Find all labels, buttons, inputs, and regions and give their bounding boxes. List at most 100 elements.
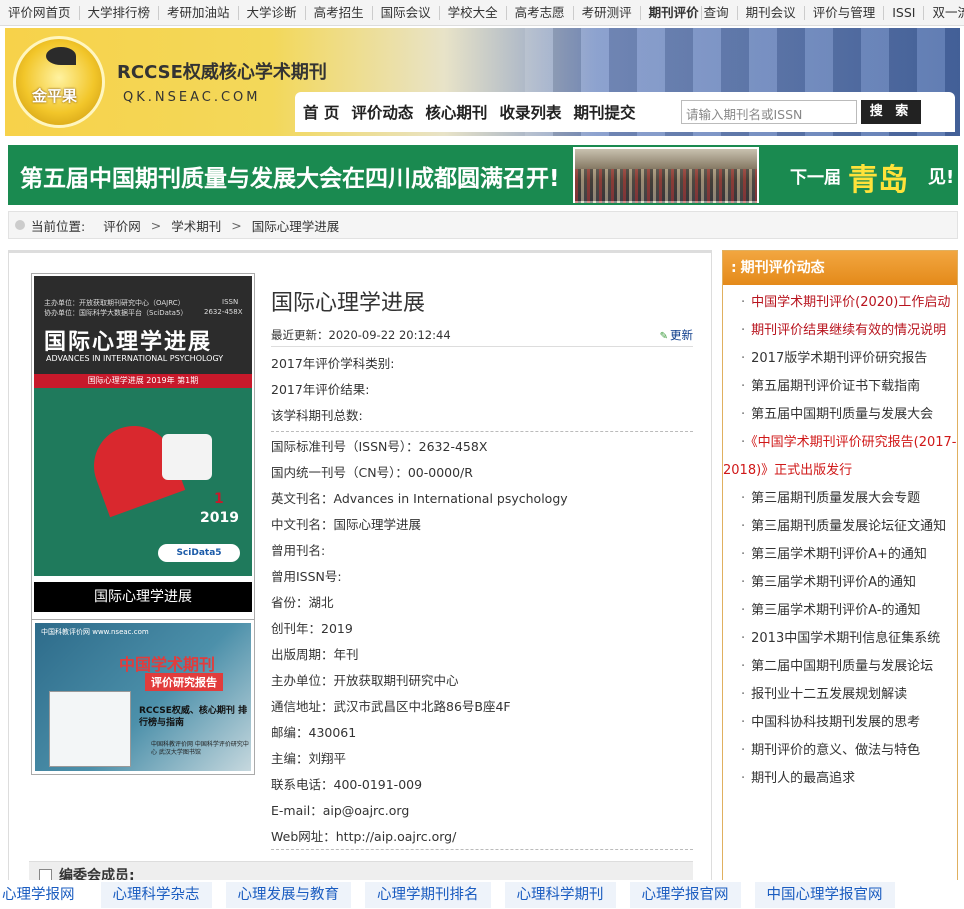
site-logo[interactable]: 金平果: [13, 36, 105, 128]
field-chinese-title: 中文刊名：国际心理学进展: [271, 517, 422, 532]
search-button[interactable]: 搜 索: [861, 100, 921, 124]
ad-subtitle: 评价研究报告: [145, 673, 223, 691]
site-title: RCCSE权威核心学术期刊: [117, 62, 327, 83]
cover-issn-label: ISSN: [222, 298, 239, 306]
scidata-badge: SciData5: [158, 544, 240, 562]
ad-title: 中国学术期刊: [119, 655, 216, 674]
field-editor: 主编：刘翔平: [271, 751, 347, 766]
sidebar-news-item[interactable]: 中国科协科技期刊发展的思考: [723, 709, 957, 737]
field-address: 通信地址：武汉市武昌区中北路86号B座4F: [271, 699, 511, 714]
sidebar-title: 期刊评价动态: [723, 251, 957, 285]
topnav-link[interactable]: 国际会议: [373, 5, 440, 20]
field-cn: 国内统一刊号（CN号）：00-0000/R: [271, 465, 473, 480]
field-english-title: 英文刊名：Advances in International psycholog…: [271, 491, 568, 506]
field-website: Web网址：http://aip.oajrc.org/: [271, 824, 693, 850]
cover-top-block: 主办单位：开放获取期刊研究中心（OAJRC） 协办单位：国际科学大数据平台（Sc…: [34, 276, 252, 376]
topnav-link[interactable]: 双一流: [924, 5, 964, 20]
sidebar-news-item[interactable]: 期刊人的最高追求: [723, 765, 957, 793]
field-issn: 国际标准刊号（ISSN号）：2632-458X: [271, 439, 488, 454]
cover-caption: 国际心理学进展: [34, 582, 252, 612]
field-former-issn: 曾用ISSN号:: [271, 569, 342, 584]
nav-submit-journal[interactable]: 期刊提交: [573, 101, 635, 123]
logo-text: 金平果: [32, 87, 78, 105]
nav-home[interactable]: 首 页: [303, 101, 339, 123]
topnav-link[interactable]: 高考招生: [306, 5, 373, 20]
sidebar-news-item[interactable]: 第五届中国期刊质量与发展大会: [723, 401, 957, 429]
cover-year: 2019: [200, 510, 239, 526]
report-advertisement[interactable]: 中国科教评价网 www.nseac.com 中国学术期刊 评价研究报告 RCCS…: [31, 619, 255, 775]
topnav-link[interactable]: 大学诊断: [239, 5, 306, 20]
sidebar-news-item[interactable]: 期刊评价结果继续有效的情况说明: [723, 317, 957, 345]
breadcrumb-item[interactable]: 学术期刊: [171, 216, 221, 235]
sidebar-news-item[interactable]: 第五届期刊评价证书下载指南: [723, 373, 957, 401]
field-email: E-mail：aip@oajrc.org: [271, 803, 410, 818]
breadcrumb-item[interactable]: 评价网: [103, 216, 141, 235]
ad-site-label: 中国科教评价网 www.nseac.com: [41, 628, 149, 636]
sidebar-list: 中国学术期刊评价(2020)工作启动期刊评价结果继续有效的情况说明2017版学术…: [723, 285, 957, 793]
sidebar-news-item[interactable]: 《中国学术期刊评价研究报告(2017-2018)》正式出版发行: [723, 429, 957, 485]
related-link[interactable]: 心理发展与教育: [225, 881, 351, 908]
topnav-link[interactable]: 评价与管理: [805, 5, 885, 20]
banner-city: 青岛: [848, 163, 908, 198]
top-navigation: 评价网首页 大学排行榜 考研加油站 大学诊断 高考招生 国际会议 学校大全 高考…: [0, 0, 964, 26]
related-link[interactable]: 心理科学杂志: [100, 881, 212, 908]
banner-headline: 第五届中国期刊质量与发展大会在四川成都圆满召开!: [20, 166, 560, 192]
breadcrumb-label: 当前位置:: [31, 218, 86, 234]
eval-field: 该学科期刊总数:: [271, 408, 363, 423]
conference-banner[interactable]: 第五届中国期刊质量与发展大会在四川成都圆满召开! 下一届 青岛 见!: [8, 145, 958, 205]
cover-co-sponsor: 协办单位：国际科学大数据平台（SciData5）: [44, 309, 188, 317]
sidebar-news-item[interactable]: 第三届期刊质量发展大会专题: [723, 485, 957, 513]
breadcrumb-separator-icon: >: [150, 217, 162, 233]
sidebar-news-item[interactable]: 期刊评价的意义、做法与特色: [723, 737, 957, 765]
journal-info: 国际心理学进展 最近更新：2020-09-22 20:12:44 更新 2017…: [271, 273, 693, 850]
search-input[interactable]: 请输入期刊名或ISSN: [681, 100, 857, 124]
cover-title-en: ADVANCES IN INTERNATIONAL PSYCHOLOGY: [46, 354, 224, 363]
related-link[interactable]: 心理科学期刊: [504, 881, 616, 908]
sidebar-news-item[interactable]: 第二届中国期刊质量与发展论坛: [723, 653, 957, 681]
related-links-bar: 心理学报网 心理科学杂志 心理发展与教育 心理学期刊排名 心理科学期刊 心理学报…: [0, 880, 964, 909]
nav-index-list[interactable]: 收录列表: [499, 101, 561, 123]
field-founded: 创刊年：2019: [271, 621, 353, 636]
breadcrumb-item[interactable]: 国际心理学进展: [252, 216, 340, 235]
topnav-link[interactable]: 考研测评: [574, 5, 641, 20]
site-header: 金平果 RCCSE权威核心学术期刊 QK.NSEAC.COM 首 页 评价动态 …: [5, 28, 960, 136]
journal-detail-panel: 主办单位：开放获取期刊研究中心（OAJRC） 协办单位：国际科学大数据平台（Sc…: [8, 250, 712, 890]
breadcrumb: 当前位置: 评价网 > 学术期刊 > 国际心理学进展: [8, 211, 958, 239]
sidebar-news-item[interactable]: 2017版学术期刊评价研究报告: [723, 345, 957, 373]
ad-description: RCCSE权威、核心期刊 排行榜与指南: [139, 706, 248, 728]
topnav-link[interactable]: 大学排行榜: [80, 5, 160, 20]
sidebar-news-item[interactable]: 第三届期刊质量发展论坛征文通知: [723, 513, 957, 541]
cover-sponsor: 主办单位：开放获取期刊研究中心（OAJRC）: [44, 299, 185, 307]
site-domain: QK.NSEAC.COM: [123, 90, 261, 105]
journal-title: 国际心理学进展: [271, 291, 426, 316]
sidebar-news-item[interactable]: 第三届学术期刊评价A-的通知: [723, 597, 957, 625]
related-link[interactable]: 中国心理学报官网: [754, 881, 895, 908]
related-link[interactable]: 心理学报官网: [629, 881, 741, 908]
sidebar-news-item[interactable]: 第三届学术期刊评价A+的通知: [723, 541, 957, 569]
update-link[interactable]: 更新: [660, 327, 693, 346]
sidebar-news-item[interactable]: 第三届学术期刊评价A的通知: [723, 569, 957, 597]
topnav-link[interactable]: 高考志愿: [507, 5, 574, 20]
update-line: 最近更新：2020-09-22 20:12:44 更新: [271, 327, 693, 347]
related-link[interactable]: 心理学报网: [0, 881, 87, 908]
banner-next-label: 下一届: [790, 168, 841, 188]
location-icon: [15, 220, 25, 230]
topnav-link[interactable]: 期刊会议: [738, 5, 805, 20]
book-icon: [49, 691, 131, 767]
topnav-link[interactable]: 学校大全: [440, 5, 507, 20]
cover-issue-number: 1: [214, 491, 224, 507]
nav-eval-news[interactable]: 评价动态: [351, 101, 413, 123]
sidebar-news-item[interactable]: 2013中国学术期刊信息征集系统: [723, 625, 957, 653]
topnav-link[interactable]: ISSI: [884, 5, 925, 20]
evaluation-group: 2017年评价学科类别: 2017年评价结果: 该学科期刊总数:: [271, 351, 693, 432]
eval-field: 2017年评价学科类别:: [271, 356, 395, 371]
cover-image: 主办单位：开放获取期刊研究中心（OAJRC） 协办单位：国际科学大数据平台（Sc…: [34, 276, 252, 576]
nav-core-journals[interactable]: 核心期刊: [425, 101, 487, 123]
topnav-link-query[interactable]: 查询: [700, 5, 738, 20]
sidebar-news-item[interactable]: 中国学术期刊评价(2020)工作启动: [723, 289, 957, 317]
topnav-link-journal-eval[interactable]: 期刊评价: [641, 5, 701, 20]
sidebar-news-item[interactable]: 报刊业十二五发展规划解读: [723, 681, 957, 709]
topnav-link[interactable]: 考研加油站: [159, 5, 239, 20]
topnav-link[interactable]: 评价网首页: [0, 5, 80, 20]
related-link[interactable]: 心理学期刊排名: [365, 881, 491, 908]
